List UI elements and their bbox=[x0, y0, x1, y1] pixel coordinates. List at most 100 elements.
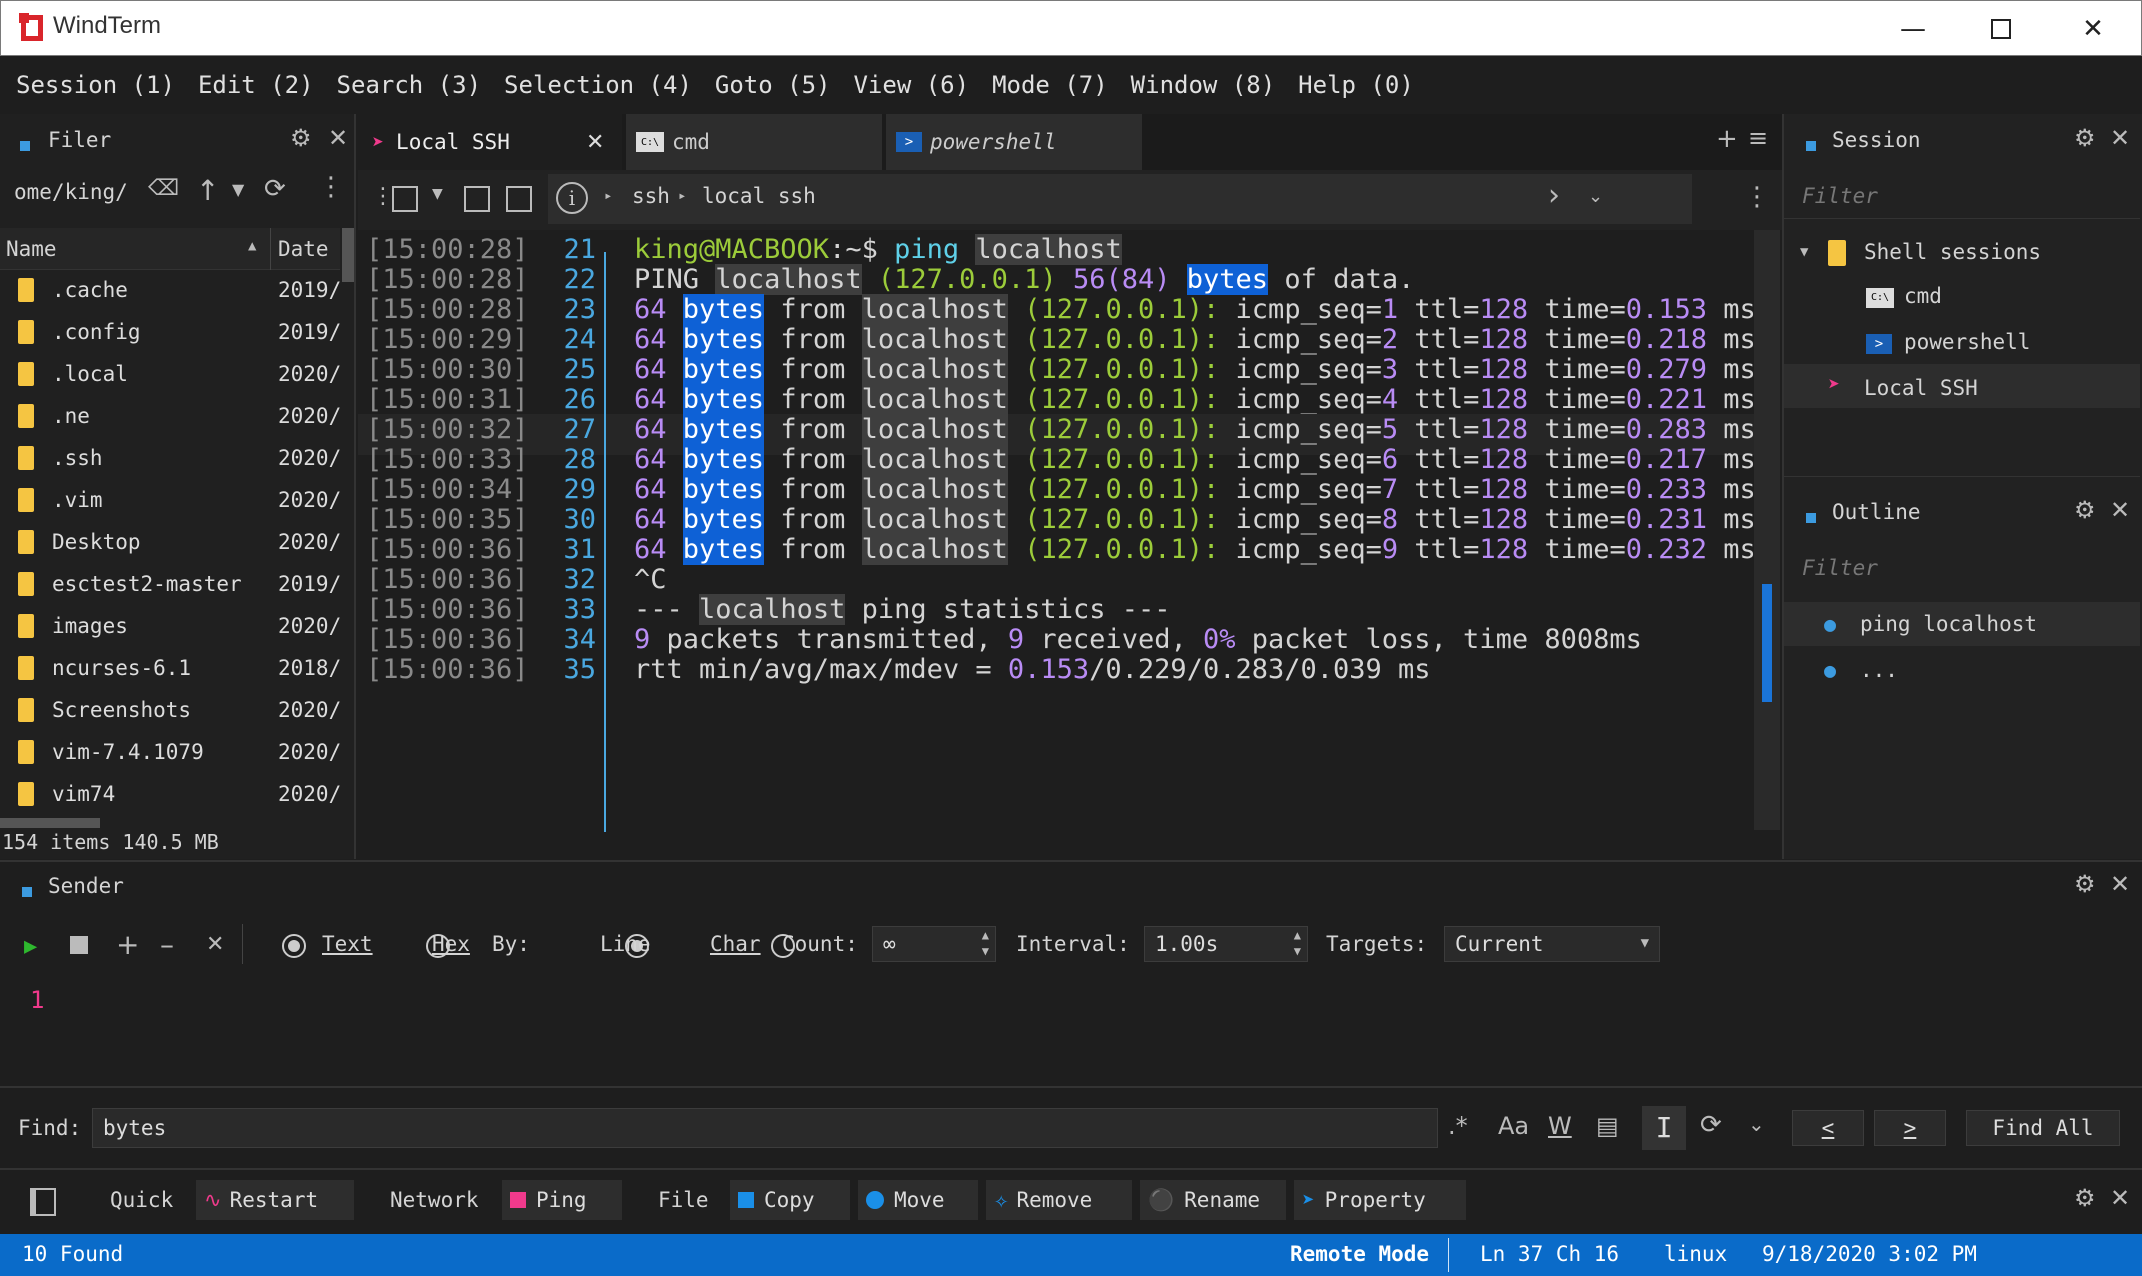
column-name[interactable]: Name bbox=[6, 237, 57, 261]
maximize-button[interactable] bbox=[1955, 1, 2047, 57]
refresh-icon[interactable]: ⟳ bbox=[264, 174, 286, 204]
session-filter-input[interactable]: Filter bbox=[1802, 184, 1878, 208]
tab-close-icon[interactable]: ✕ bbox=[586, 130, 604, 155]
find-prev-button[interactable]: < bbox=[1792, 1110, 1864, 1146]
column-date[interactable]: Date bbox=[278, 237, 329, 261]
restart-button[interactable]: ∿ Restart bbox=[196, 1180, 354, 1220]
duplicate-session-icon[interactable] bbox=[464, 186, 490, 212]
file-list-item[interactable]: vim74 2020/ bbox=[0, 774, 341, 816]
quickbar-panel-icon[interactable] bbox=[30, 1188, 56, 1216]
menu-help[interactable]: Help (0) bbox=[1298, 71, 1414, 99]
file-list-item[interactable]: esctest2-master 2019/ bbox=[0, 564, 341, 606]
wrap-around-icon[interactable]: ⟳ bbox=[1700, 1110, 1722, 1140]
remove-icon[interactable]: – bbox=[160, 928, 174, 961]
menu-goto[interactable]: Goto (5) bbox=[715, 71, 831, 99]
tab-powershell[interactable]: > powershell bbox=[886, 114, 1142, 170]
play-icon[interactable]: ▶ bbox=[24, 934, 37, 959]
menu-search[interactable]: Search (3) bbox=[337, 71, 482, 99]
interval-stepper[interactable]: 1.00s ▲ ▼ bbox=[1144, 926, 1308, 962]
new-session-dropdown-icon[interactable]: ▼ bbox=[432, 186, 443, 202]
terminal-output[interactable]: [15:00:28] 21 king@MACBOOK:~$ ping localho… bbox=[358, 230, 1782, 859]
outline-filter-input[interactable]: Filter bbox=[1802, 556, 1878, 580]
file-list-item[interactable]: images 2020/ bbox=[0, 606, 341, 648]
file-list-item[interactable]: .ne 2020/ bbox=[0, 396, 341, 438]
add-icon[interactable]: + bbox=[116, 928, 139, 961]
menu-edit[interactable]: Edit (2) bbox=[198, 71, 314, 99]
remove-button[interactable]: ✧ Remove bbox=[986, 1180, 1132, 1220]
hex-radio-label[interactable]: Hex bbox=[432, 932, 470, 956]
clear-path-icon[interactable]: ⌫ bbox=[148, 176, 179, 201]
remote-mode-indicator[interactable]: Remote Mode bbox=[1290, 1242, 1429, 1266]
cursor-mode-icon[interactable]: I bbox=[1642, 1106, 1686, 1150]
chevron-down-icon[interactable]: ⌄ bbox=[1748, 1112, 1765, 1136]
targets-select[interactable]: Current ▼ bbox=[1444, 926, 1660, 962]
session-item-powershell[interactable]: powershell bbox=[1904, 330, 2030, 354]
new-tab-plus-icon[interactable]: + bbox=[1716, 124, 1738, 154]
clone-session-icon[interactable] bbox=[506, 186, 532, 212]
menu-window[interactable]: Window (8) bbox=[1131, 71, 1276, 99]
up-arrow-icon[interactable]: ↑ bbox=[196, 174, 219, 207]
menu-selection[interactable]: Selection (4) bbox=[504, 71, 692, 99]
session-close-icon[interactable]: ✕ bbox=[2110, 124, 2130, 152]
tab-local-ssh[interactable]: ➤ Local SSH ✕ bbox=[358, 114, 622, 170]
outline-close-icon[interactable]: ✕ bbox=[2110, 496, 2130, 524]
menu-session[interactable]: Session (1) bbox=[16, 71, 175, 99]
line-radio-label[interactable]: Line bbox=[600, 932, 651, 956]
file-list-item[interactable]: Screenshots 2020/ bbox=[0, 690, 341, 732]
chevron-right-icon[interactable]: › bbox=[1548, 178, 1560, 213]
property-button[interactable]: ➤ Property bbox=[1294, 1180, 1466, 1220]
filer-close-icon[interactable]: ✕ bbox=[328, 124, 348, 152]
file-list-item[interactable]: .vim 2020/ bbox=[0, 480, 341, 522]
file-list-item[interactable]: .ssh 2020/ bbox=[0, 438, 341, 480]
file-list-item[interactable]: ncurses-6.1 2018/ bbox=[0, 648, 341, 690]
find-input[interactable]: bytes bbox=[92, 1108, 1438, 1148]
find-all-button[interactable]: Find All bbox=[1966, 1110, 2120, 1146]
outline-settings-gear-icon[interactable]: ⚙ bbox=[2074, 496, 2096, 524]
stepper-arrows-icon[interactable]: ▲ ▼ bbox=[982, 927, 989, 959]
session-item-local-ssh-row[interactable]: ➤ Local SSH bbox=[1784, 364, 2140, 408]
text-radio-label[interactable]: Text bbox=[322, 932, 373, 956]
filer-settings-gear-icon[interactable]: ⚙ bbox=[290, 124, 312, 152]
char-radio-label[interactable]: Char bbox=[710, 932, 761, 956]
quickbar-close-icon[interactable]: ✕ bbox=[2110, 1184, 2130, 1212]
match-case-icon[interactable]: Aa bbox=[1498, 1112, 1529, 1140]
filer-scrollbar[interactable] bbox=[342, 228, 354, 282]
find-next-button[interactable]: > bbox=[1874, 1110, 1946, 1146]
breadcrumb-item[interactable]: local ssh bbox=[702, 184, 816, 208]
session-group-label[interactable]: Shell sessions bbox=[1864, 240, 2041, 264]
new-session-icon[interactable] bbox=[392, 186, 418, 212]
cursor-position[interactable]: Ln 37 Ch 16 bbox=[1480, 1242, 1619, 1266]
more-options-icon[interactable]: ⋮ bbox=[1744, 182, 1770, 212]
session-item-cmd[interactable]: cmd bbox=[1904, 284, 1942, 308]
sender-close-icon[interactable]: ✕ bbox=[2110, 870, 2130, 898]
whole-word-icon[interactable]: W bbox=[1548, 1112, 1572, 1140]
file-list-item[interactable]: .cache 2019/ bbox=[0, 270, 341, 312]
outline-item-row[interactable]: ● ping localhost bbox=[1784, 602, 2140, 646]
menu-view[interactable]: View (6) bbox=[853, 71, 969, 99]
close-window-button[interactable]: ✕ bbox=[2047, 1, 2139, 57]
address-bar[interactable]: i ▸ ssh ▸ local ssh › ⌄ bbox=[548, 174, 1692, 224]
chevron-down-icon[interactable]: ⌄ bbox=[1588, 186, 1603, 207]
stop-icon[interactable] bbox=[70, 936, 88, 954]
minimize-button[interactable]: — bbox=[1867, 1, 1959, 57]
file-list-item[interactable]: Desktop 2020/ bbox=[0, 522, 341, 564]
filer-hscrollbar[interactable] bbox=[0, 818, 100, 828]
file-list-item[interactable]: vim-7.4.1079 2020/ bbox=[0, 732, 341, 774]
tab-menu-icon[interactable]: ≡ bbox=[1748, 124, 1768, 152]
more-options-icon[interactable]: ⋮ bbox=[318, 172, 344, 202]
quickbar-settings-gear-icon[interactable]: ⚙ bbox=[2074, 1184, 2096, 1212]
file-list-item[interactable]: .config 2019/ bbox=[0, 312, 341, 354]
move-button[interactable]: Move bbox=[858, 1180, 978, 1220]
sender-editor[interactable] bbox=[0, 982, 2142, 1086]
terminal-scrollbar[interactable] bbox=[1754, 230, 1780, 830]
session-settings-gear-icon[interactable]: ⚙ bbox=[2074, 124, 2096, 152]
filer-path[interactable]: ome/king/ bbox=[14, 180, 128, 204]
text-radio[interactable] bbox=[282, 934, 306, 958]
in-selection-icon[interactable]: ▤ bbox=[1596, 1112, 1619, 1140]
clear-icon[interactable]: ✕ bbox=[206, 932, 224, 957]
rename-button[interactable]: ⚫ Rename bbox=[1140, 1180, 1286, 1220]
info-icon[interactable]: i bbox=[556, 182, 588, 214]
sender-settings-gear-icon[interactable]: ⚙ bbox=[2074, 870, 2096, 898]
regex-toggle-icon[interactable]: .* bbox=[1448, 1112, 1468, 1140]
stepper-arrows-icon[interactable]: ▲ ▼ bbox=[1294, 927, 1301, 959]
